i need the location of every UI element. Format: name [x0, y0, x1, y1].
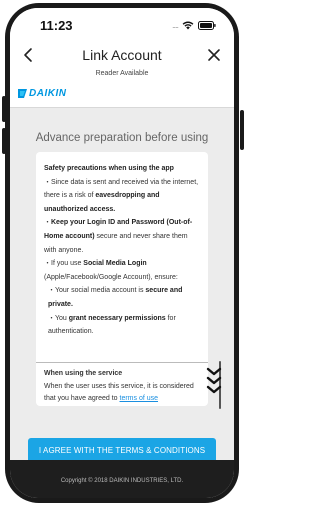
power-button: [240, 110, 244, 150]
battery-icon: [198, 20, 216, 30]
phone-bezel: 11:23 .... Link Account Reader Available…: [5, 3, 239, 503]
service-section: When using the service When the user use…: [44, 368, 200, 406]
status-bar: 11:23 ....: [10, 8, 234, 40]
terms-of-use-link[interactable]: terms of use: [120, 395, 159, 402]
terms-card[interactable]: Safety precautions when using the app ・S…: [36, 152, 208, 406]
footer: Copyright © 2018 DAIKIN INDUSTRIES, LTD.: [10, 460, 234, 498]
double-chevron-down-icon[interactable]: [205, 365, 223, 399]
app-screen: 11:23 .... Link Account Reader Available…: [10, 8, 234, 498]
terms-paragraph: ・Your social media account is secure and…: [48, 287, 183, 308]
signal-dots: ....: [171, 20, 179, 30]
navigation-bar: Link Account: [10, 40, 234, 70]
terms-paragraph: ・You grant necessary permissions for aut…: [48, 314, 176, 336]
phone-frame: 11:23 .... Link Account Reader Available…: [0, 0, 246, 506]
terms-divider: [36, 362, 208, 363]
reader-status: Reader Available: [95, 70, 149, 77]
daikin-logo: DAIKIN: [18, 88, 66, 99]
daikin-logo-text: DAIKIN: [29, 88, 67, 99]
safety-title: Safety precautions when using the app: [44, 165, 174, 172]
wifi-icon: [182, 21, 194, 30]
section-heading: Advance preparation before using: [35, 132, 209, 144]
service-title: When using the service: [44, 370, 123, 377]
terms-paragraph: ・Since data is sent and received via the…: [44, 178, 199, 213]
daikin-logo-mark: [18, 89, 27, 98]
brand-bar: DAIKIN: [10, 81, 234, 108]
main-content: Advance preparation before using Safety …: [10, 108, 234, 460]
agree-terms-button[interactable]: I AGREE WITH THE TERMS & CONDITIONS: [28, 438, 216, 460]
close-icon[interactable]: [204, 45, 224, 65]
chevron-left-icon[interactable]: [20, 45, 38, 65]
copyright-text: Copyright © 2018 DAIKIN INDUSTRIES, LTD.: [60, 478, 184, 484]
page-title: Link Account: [82, 47, 162, 63]
terms-paragraph: ・If you use Social Media Login (Apple/Fa…: [44, 260, 178, 281]
status-icons: ....: [172, 19, 216, 31]
terms-text: Safety precautions when using the app ・S…: [36, 152, 208, 339]
status-time: 11:23: [40, 18, 73, 33]
terms-paragraph: ・Keep your Login ID and Password (Out-of…: [44, 219, 193, 254]
